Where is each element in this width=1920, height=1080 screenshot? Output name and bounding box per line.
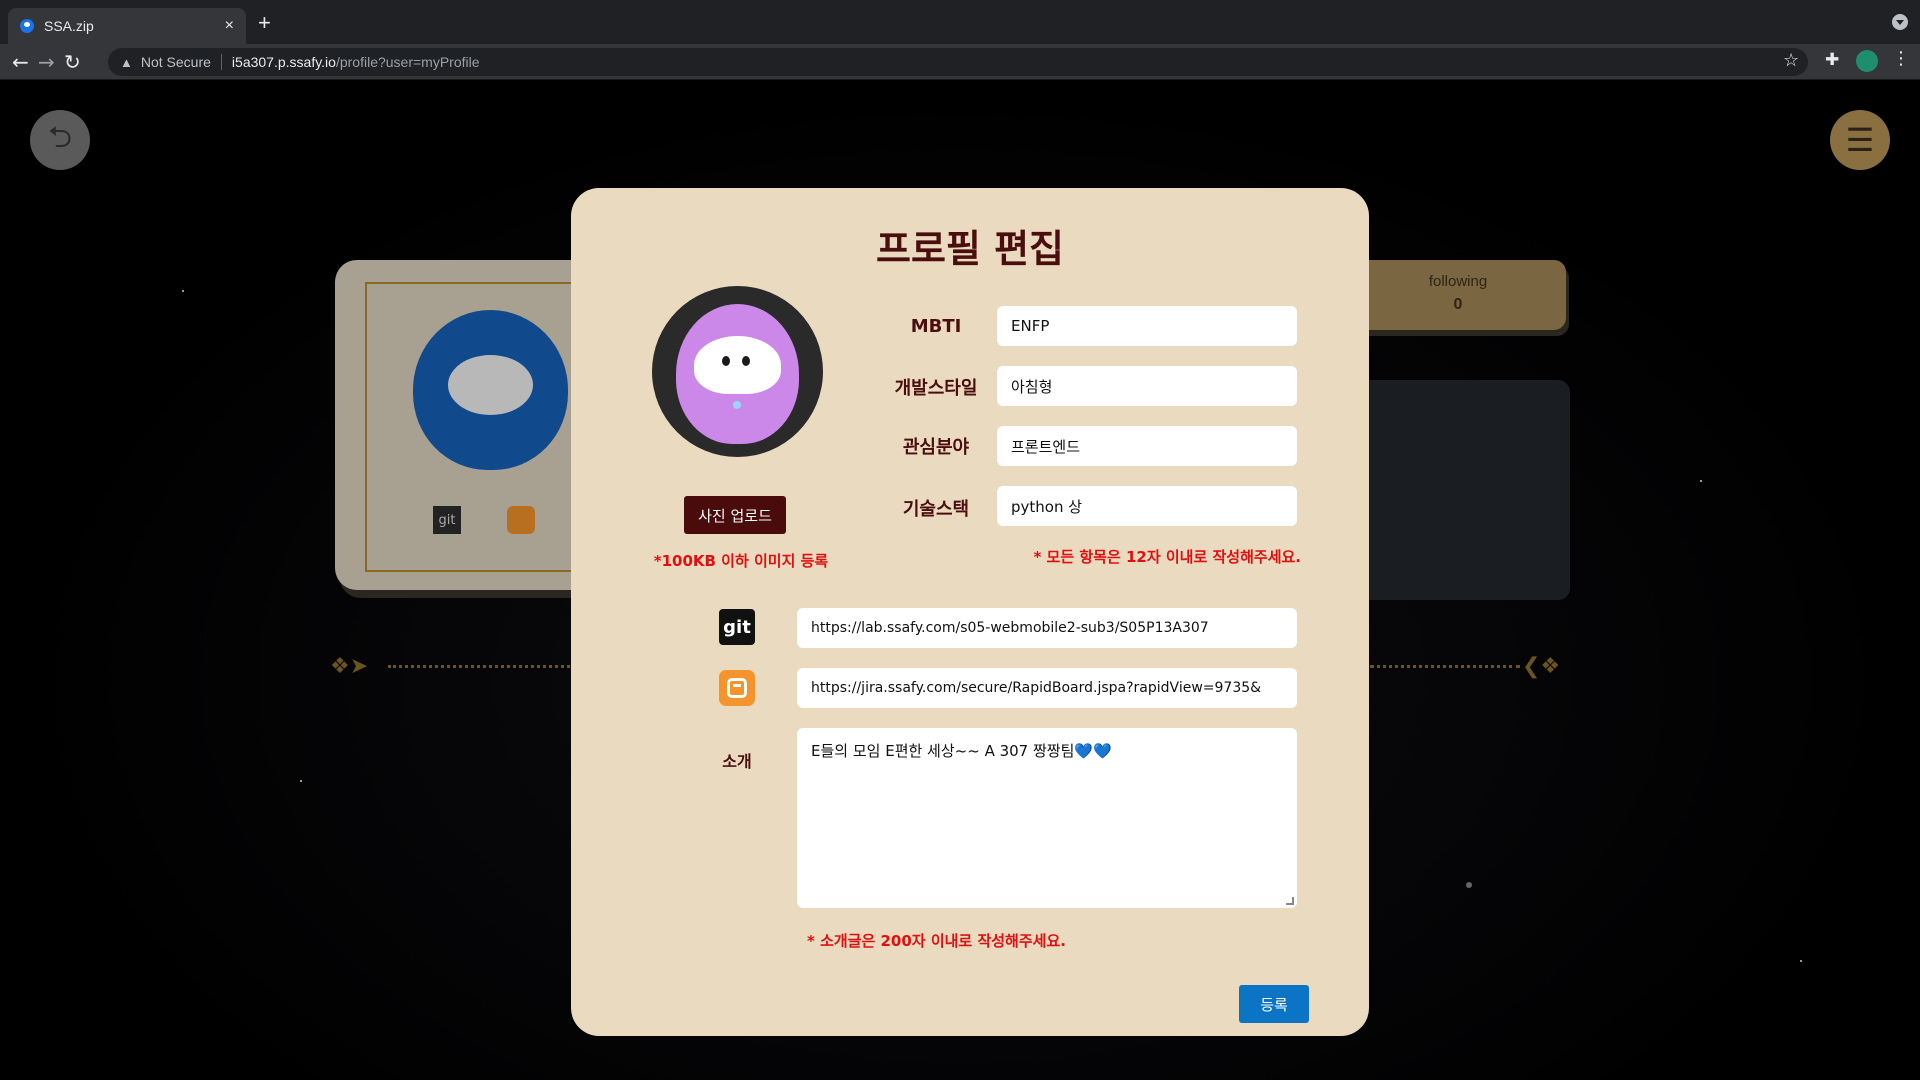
url-path: /profile?user=myProfile: [335, 54, 480, 70]
star-dot: [300, 780, 302, 782]
avatar-eye: [722, 356, 730, 366]
profile-card-background: git: [335, 260, 595, 590]
browser-tab[interactable]: SSA.zip ×: [8, 8, 246, 44]
back-arrow-icon[interactable]: ←: [12, 50, 29, 74]
kebab-menu-icon[interactable]: ⋮: [1892, 48, 1910, 69]
profile-avatar-background: [413, 310, 568, 470]
page-background: ⮌ ☰ git following 0 ❖➤ ❮❖ 프로필 편집 사진 업로드 …: [0, 80, 1920, 1080]
intro-textarea[interactable]: E들의 모임 E편한 세상~~ A 307 짱짱팀💙💙: [797, 728, 1297, 908]
reload-icon[interactable]: ↻: [64, 50, 81, 74]
tab-close-icon[interactable]: ×: [225, 17, 234, 35]
avatar: [652, 286, 823, 457]
resize-grip-icon[interactable]: [1286, 897, 1294, 905]
mbti-input[interactable]: ENFP: [997, 306, 1297, 346]
star-dot: [182, 290, 184, 292]
git-icon: git: [433, 506, 461, 534]
following-label: following: [1428, 273, 1488, 290]
forward-arrow-icon[interactable]: →: [38, 50, 55, 74]
intro-label: 소개: [722, 752, 752, 771]
divider-line: [1370, 665, 1520, 668]
star-dot: [1466, 882, 1472, 888]
address-separator: [220, 54, 222, 70]
profile-edit-modal: 프로필 편집 사진 업로드 *100KB 이하 이미지 등록 MBTI ENFP…: [571, 188, 1369, 1036]
interest-input[interactable]: 프론트엔드: [997, 426, 1297, 466]
browser-toolbar: ← → ↻ ▲ Not Secure i5a307.p.ssafy.io /pr…: [0, 44, 1920, 80]
dev-style-input[interactable]: 아침형: [997, 366, 1297, 406]
avatar-face: [694, 336, 781, 394]
divider-line: [388, 665, 570, 668]
tab-search-icon[interactable]: [1892, 14, 1908, 30]
star-dot: [1800, 960, 1802, 962]
avatar-face: [448, 355, 533, 415]
profile-avatar-icon[interactable]: [1856, 50, 1878, 72]
blogger-icon: [507, 506, 535, 534]
upload-note: *100KB 이하 이미지 등록: [653, 552, 829, 570]
avatar-character: [676, 304, 799, 444]
submit-button[interactable]: 등록: [1239, 985, 1309, 1023]
new-tab-icon[interactable]: +: [258, 10, 271, 36]
avatar-eye: [742, 356, 750, 366]
photo-upload-button[interactable]: 사진 업로드: [684, 496, 786, 534]
browser-tabbar: SSA.zip × +: [0, 0, 1920, 44]
ornament-right-icon: ❮❖: [1522, 654, 1561, 679]
exit-button[interactable]: ⮌: [30, 110, 90, 170]
exit-icon: ⮌: [47, 119, 73, 155]
extensions-icon[interactable]: ✚: [1825, 50, 1839, 70]
favicon-icon: [20, 19, 34, 33]
hamburger-menu-button[interactable]: ☰: [1830, 110, 1890, 170]
blog-url-input[interactable]: https://jira.ssafy.com/secure/RapidBoard…: [797, 668, 1297, 708]
warning-icon: ▲: [120, 54, 133, 70]
intro-note: * 소개글은 200자 이내로 작성해주세요.: [807, 932, 1066, 950]
modal-title: 프로필 편집: [875, 227, 1065, 271]
star-dot: [1700, 480, 1702, 482]
git-icon: git: [719, 609, 755, 645]
hamburger-menu-icon: ☰: [1845, 121, 1875, 159]
blogger-icon: [719, 670, 755, 706]
following-box: following 0: [1350, 260, 1566, 330]
security-label: Not Secure: [140, 54, 211, 70]
field-label-mbti: MBTI: [910, 316, 962, 337]
ornament-left-icon: ❖➤: [330, 654, 369, 679]
url-host: i5a307.p.ssafy.io: [231, 54, 336, 70]
following-count: 0: [1453, 296, 1463, 313]
tech-stack-input[interactable]: python 상: [997, 486, 1297, 526]
field-label-tech-stack: 기술스택: [902, 499, 970, 520]
field-label-interest: 관심분야: [902, 437, 970, 458]
bookmark-star-icon[interactable]: ☆: [1783, 50, 1799, 71]
avatar-gem: [733, 401, 741, 409]
git-url-input[interactable]: https://lab.ssafy.com/s05-webmobile2-sub…: [797, 608, 1297, 648]
address-bar[interactable]: ▲ Not Secure i5a307.p.ssafy.io /profile?…: [108, 48, 1808, 76]
field-label-dev-style: 개발스타일: [894, 378, 978, 399]
intro-text: E들의 모임 E편한 세상~~ A 307 짱짱팀💙💙: [811, 742, 1112, 760]
background-panel: [1350, 380, 1570, 600]
tab-title: SSA.zip: [44, 18, 94, 34]
fields-note: * 모든 항목은 12자 이내로 작성해주세요.: [1033, 548, 1301, 566]
